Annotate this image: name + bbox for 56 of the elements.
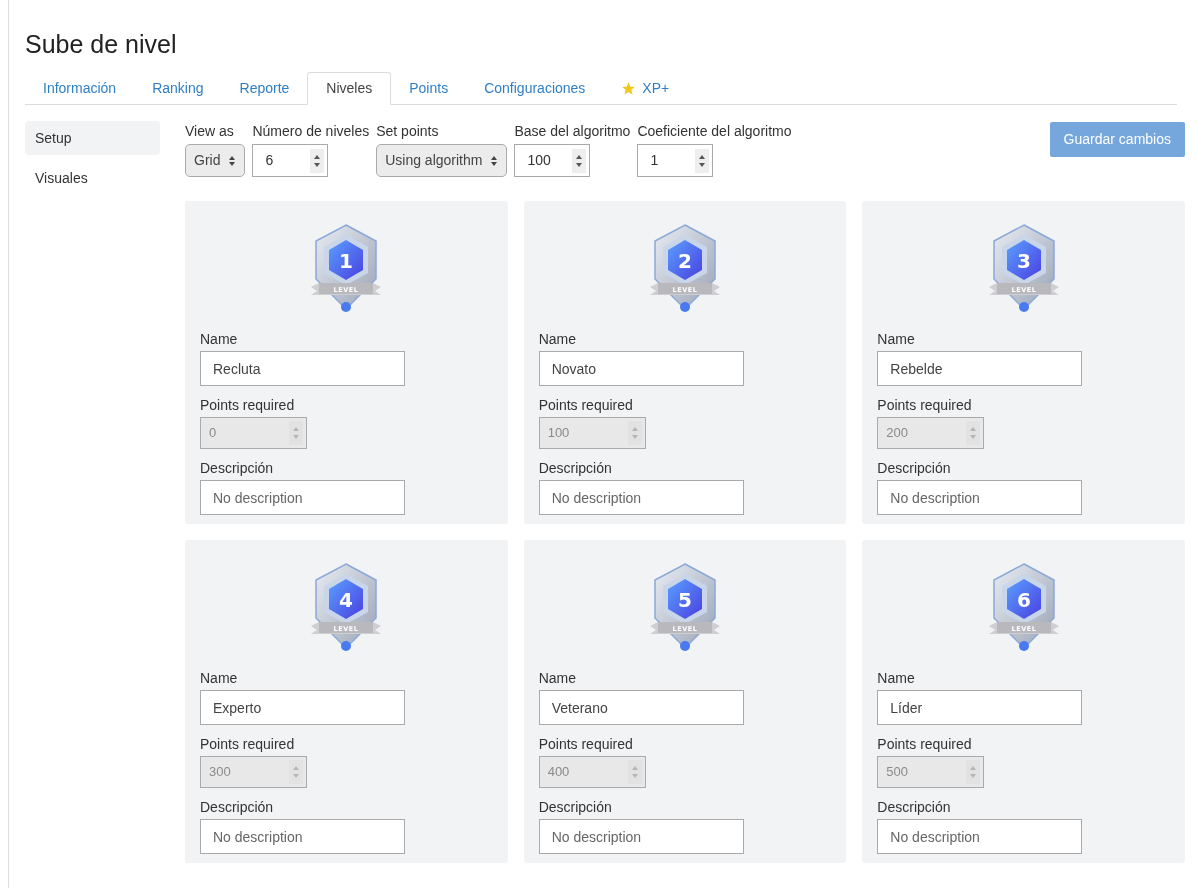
control-label: View as xyxy=(185,122,235,141)
field-label: Points required xyxy=(538,735,634,754)
description-field[interactable]: No description xyxy=(877,480,1083,515)
field-label: Name xyxy=(877,669,916,688)
control-label: Set points xyxy=(376,122,440,141)
field-label: Points required xyxy=(877,396,973,415)
star-icon xyxy=(621,80,637,96)
sidebar-item[interactable]: Visuales xyxy=(25,161,160,195)
number-field[interactable]: 100 xyxy=(514,144,591,177)
field-label: Points required xyxy=(538,396,634,415)
field-label: Points required xyxy=(200,735,296,754)
tab[interactable]: XP+ xyxy=(603,72,688,104)
tab[interactable]: Points xyxy=(391,72,467,104)
select-field[interactable]: Using algorithm xyxy=(376,144,508,177)
field-label: Name xyxy=(877,330,916,349)
select-arrows-icon xyxy=(228,154,237,167)
field-label: Descripción xyxy=(200,798,275,817)
description-field[interactable]: No description xyxy=(200,819,405,854)
description-field[interactable]: No description xyxy=(538,819,744,854)
spinner-icon[interactable] xyxy=(310,148,325,173)
tab[interactable]: Niveles xyxy=(307,72,392,105)
name-field[interactable]: Recluta xyxy=(200,351,405,386)
field-label: Name xyxy=(538,669,577,688)
select-field[interactable]: Grid xyxy=(185,144,246,177)
description-field[interactable]: No description xyxy=(200,480,405,515)
name-field[interactable]: Líder xyxy=(877,690,1083,725)
description-field[interactable]: No description xyxy=(877,819,1083,854)
control-label: Coeficiente del algoritmo xyxy=(637,122,792,141)
name-field[interactable]: Experto xyxy=(200,690,405,725)
field-label: Descripción xyxy=(877,459,952,478)
number-field[interactable]: 1 xyxy=(637,144,714,177)
sidebar-item[interactable]: Setup xyxy=(25,121,160,155)
field-label: Name xyxy=(200,330,239,349)
spinner-icon[interactable] xyxy=(572,148,587,173)
field-label: Descripción xyxy=(538,798,613,817)
number-field[interactable]: 6 xyxy=(252,144,329,177)
field-label: Descripción xyxy=(200,459,275,478)
name-field[interactable]: Veterano xyxy=(538,690,744,725)
page-title: Sube de nivel xyxy=(25,29,178,60)
tab[interactable]: Reporte xyxy=(221,72,308,104)
select-arrows-icon xyxy=(490,154,499,167)
description-field[interactable]: No description xyxy=(538,480,744,515)
control-label: Número de niveles xyxy=(252,122,370,141)
field-label: Points required xyxy=(877,735,973,754)
name-field[interactable]: Novato xyxy=(538,351,744,386)
tab[interactable]: Ranking xyxy=(134,72,222,104)
field-label: Name xyxy=(538,330,577,349)
field-label: Points required xyxy=(200,396,296,415)
control-label: Base del algoritmo xyxy=(514,122,631,141)
field-label: Descripción xyxy=(538,459,613,478)
field-label: Name xyxy=(200,669,239,688)
tab[interactable]: Configuraciones xyxy=(466,72,604,104)
field-label: Descripción xyxy=(877,798,952,817)
name-field[interactable]: Rebelde xyxy=(877,351,1083,386)
spinner-icon[interactable] xyxy=(695,148,710,173)
tab[interactable]: Información xyxy=(25,72,135,104)
